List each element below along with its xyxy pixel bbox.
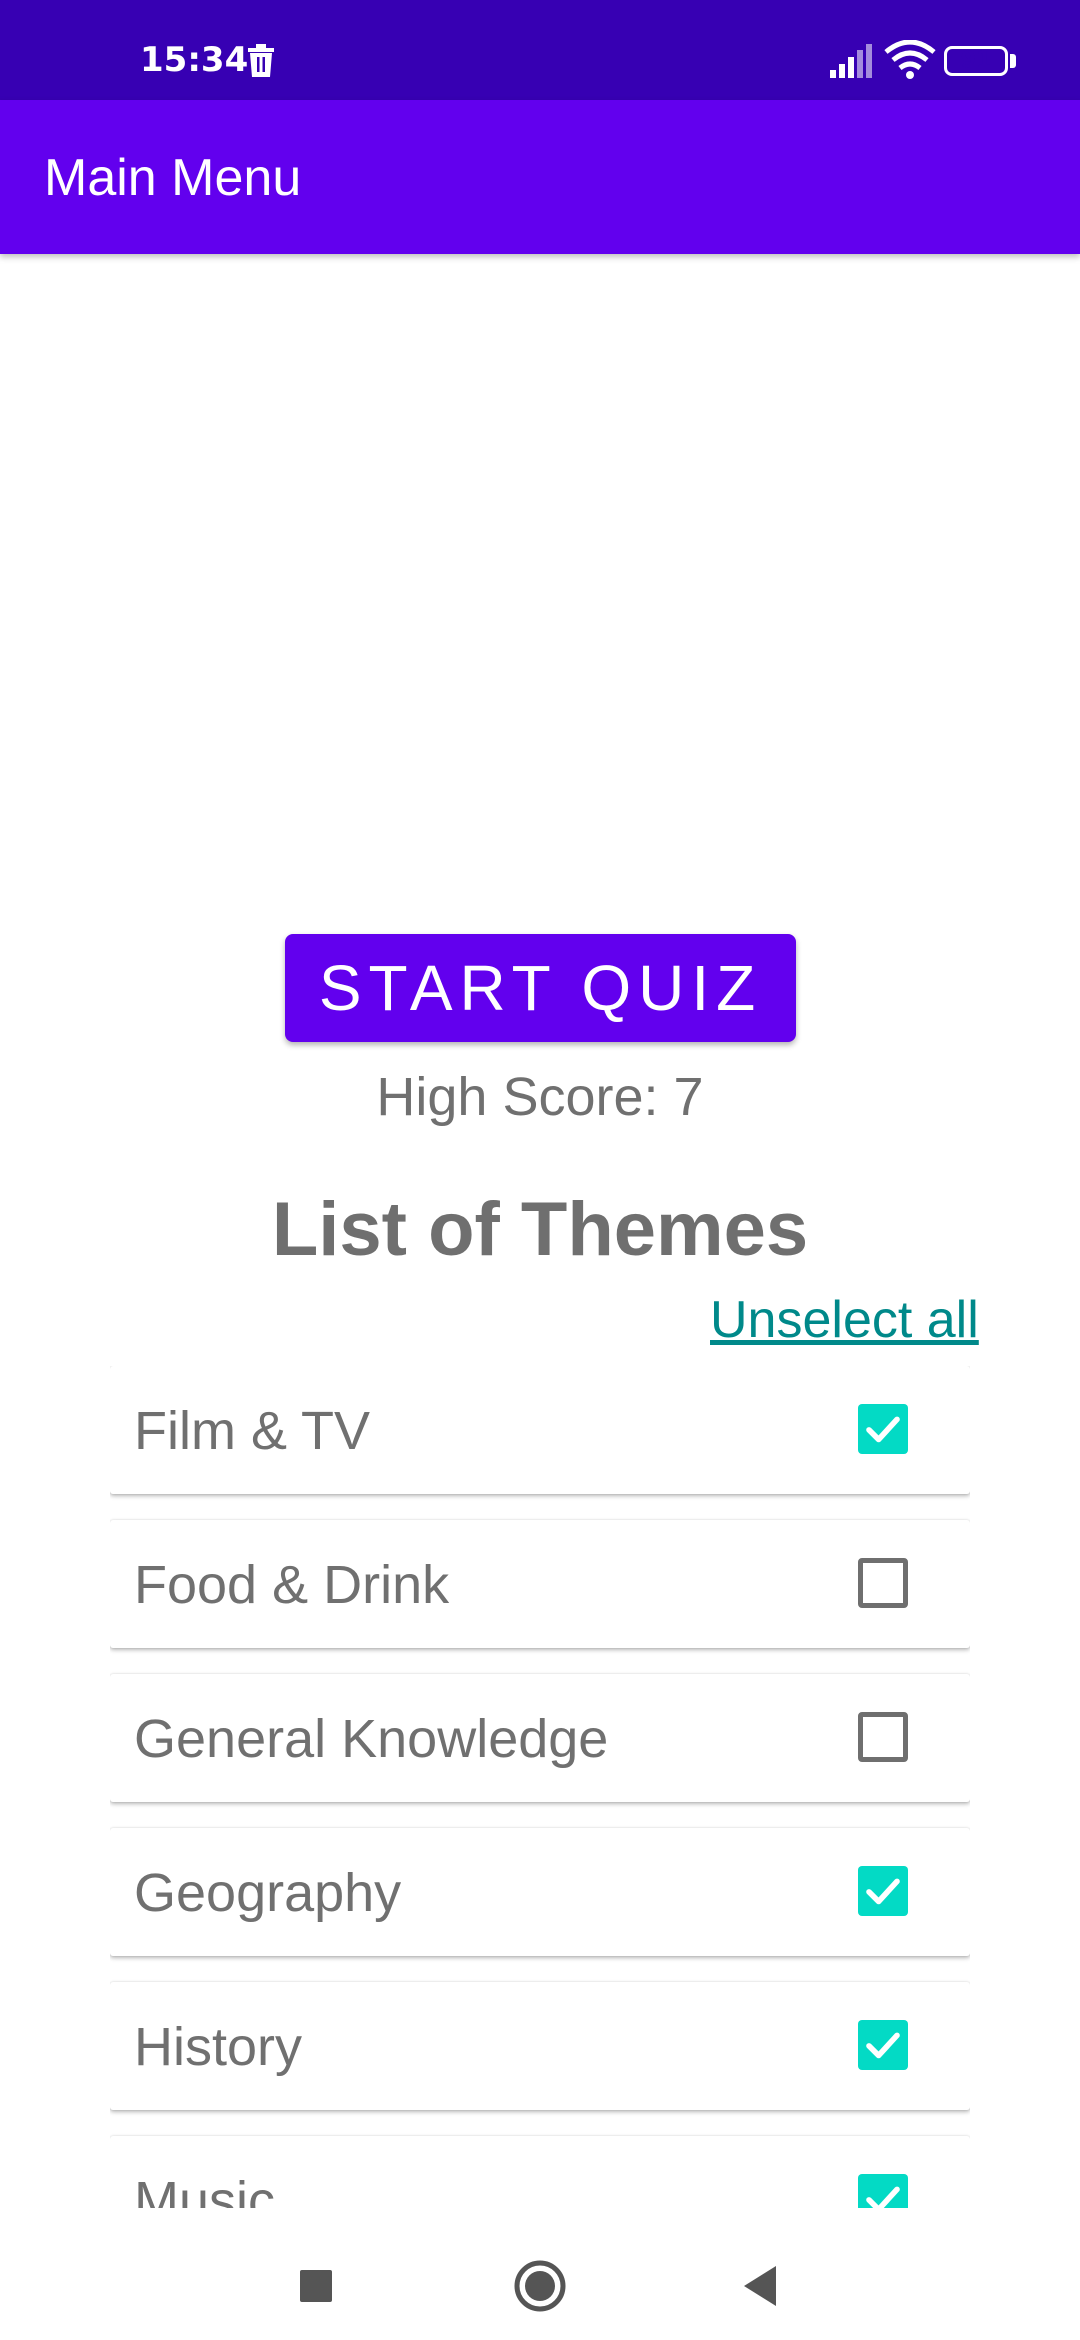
- theme-item[interactable]: Music: [110, 2136, 970, 2208]
- theme-label: Food & Drink: [134, 1555, 450, 1615]
- battery-percent: 91: [960, 48, 992, 73]
- themes-title: List of Themes: [271, 1187, 809, 1272]
- theme-checkbox[interactable]: [858, 1712, 908, 1762]
- theme-item[interactable]: Geography: [110, 1828, 970, 1956]
- theme-list[interactable]: Film & TV Food & Drink General Knowledge Ge…: [110, 1366, 970, 2208]
- app-title: Main Menu: [44, 149, 302, 207]
- signal-icon: [830, 44, 872, 78]
- theme-item[interactable]: General Knowledge: [110, 1674, 970, 1802]
- theme-checkbox[interactable]: [858, 1404, 908, 1454]
- battery-tip: [1010, 54, 1016, 68]
- checkmark-icon: [866, 2186, 900, 2208]
- theme-label: History: [134, 2017, 303, 2077]
- theme-item[interactable]: Food & Drink: [110, 1520, 970, 1648]
- checkmark-icon: [866, 1416, 900, 1443]
- battery-icon: 91: [944, 46, 1008, 76]
- start-quiz-button[interactable]: START QUIZ: [285, 934, 796, 1042]
- app-bar: Main Menu: [0, 100, 1080, 254]
- theme-checkbox[interactable]: [858, 2174, 908, 2208]
- theme-checkbox[interactable]: [858, 2020, 908, 2070]
- wifi-icon: [884, 40, 936, 79]
- theme-label: Music: [134, 2171, 276, 2208]
- theme-label: Geography: [134, 1863, 402, 1923]
- back-icon[interactable]: [740, 2264, 780, 2308]
- theme-checkbox[interactable]: [858, 1866, 908, 1916]
- checkmark-icon: [866, 1878, 900, 1905]
- navigation-bar: [0, 2210, 1080, 2340]
- theme-label: Film & TV: [134, 1401, 371, 1461]
- theme-label: General Knowledge: [134, 1709, 609, 1769]
- high-score: High Score: 7: [376, 1067, 704, 1127]
- home-icon[interactable]: [514, 2260, 566, 2312]
- theme-item[interactable]: Film & TV: [110, 1366, 970, 1494]
- unselect-all-link[interactable]: Unselect all: [710, 1290, 979, 1350]
- trash-icon: [248, 44, 274, 77]
- status-time: 15:34: [140, 40, 249, 80]
- checkmark-icon: [866, 2032, 900, 2059]
- status-bar: 15:34 91: [0, 0, 1080, 100]
- recent-apps-icon[interactable]: [300, 2270, 332, 2302]
- theme-checkbox[interactable]: [858, 1558, 908, 1608]
- theme-item[interactable]: History: [110, 1982, 970, 2110]
